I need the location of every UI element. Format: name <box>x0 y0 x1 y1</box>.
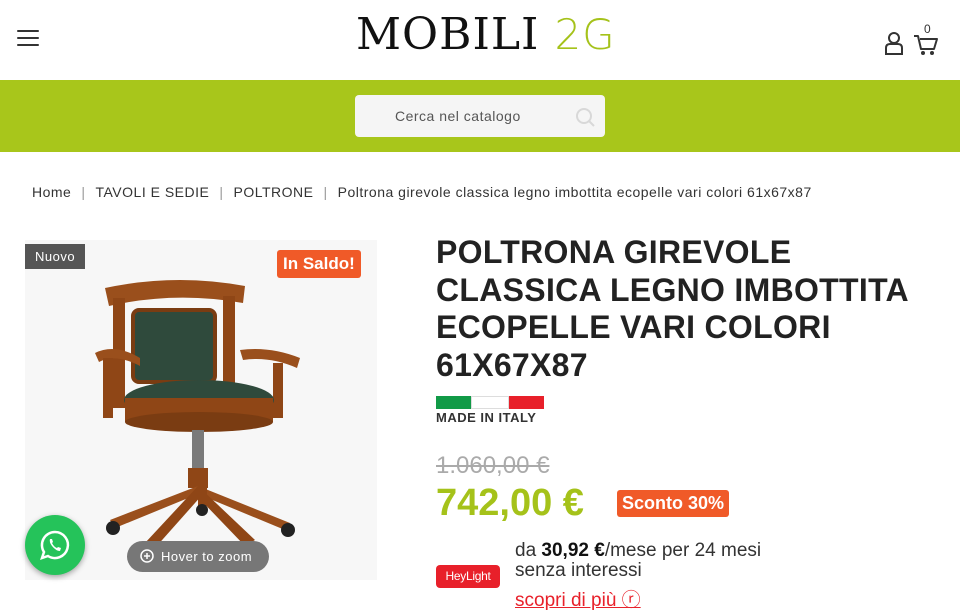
badge-new: Nuovo <box>25 244 86 269</box>
breadcrumb: Home | TAVOLI E SEDIE | POLTRONE | Poltrona gi… <box>32 184 812 200</box>
discount-badge: Sconto 30% <box>617 490 730 517</box>
made-in-italy-label: MADE IN ITALY <box>436 410 537 425</box>
discover-more-link[interactable]: scopri di più ⓡ <box>515 585 641 612</box>
breadcrumb-separator: | <box>323 184 328 200</box>
search-input[interactable] <box>355 95 565 137</box>
zoom-icon <box>140 549 154 563</box>
badge-sale: In Saldo! <box>277 250 361 278</box>
installment-text: da 30,92 €/mese per 24 mesi senza intere… <box>515 541 775 581</box>
breadcrumb-separator: | <box>81 184 86 200</box>
breadcrumb-current: Poltrona girevole classica legno imbotti… <box>337 184 812 200</box>
installment-amount: 30,92 € <box>541 540 605 561</box>
site-header: MOBILI 2G 0 <box>0 0 960 80</box>
old-price: 1.060,00 € <box>436 452 550 479</box>
site-logo[interactable]: MOBILI 2G <box>356 12 616 58</box>
italy-flag-icon <box>436 396 544 409</box>
product-title: Poltrona girevole classica legno imbotti… <box>436 234 908 383</box>
whatsapp-button[interactable] <box>25 515 85 575</box>
breadcrumb-home[interactable]: Home <box>32 184 71 200</box>
search-icon[interactable] <box>575 107 595 127</box>
current-price: 742,00 € <box>436 482 584 524</box>
breadcrumb-tavoli-e-sedie[interactable]: TAVOLI E SEDIE <box>96 184 210 200</box>
hover-to-zoom-button[interactable]: Hover to zoom <box>127 541 269 572</box>
whatsapp-icon <box>40 530 70 560</box>
cart-icon <box>914 35 938 55</box>
menu-icon[interactable] <box>17 30 39 48</box>
user-icon[interactable] <box>883 31 905 55</box>
installment-prefix: da <box>515 540 542 561</box>
chair-image <box>95 279 300 557</box>
search-box <box>355 95 605 137</box>
breadcrumb-separator: | <box>219 184 224 200</box>
zoom-label: Hover to zoom <box>161 549 253 564</box>
heylight-logo: HeyLight <box>436 565 500 588</box>
cart-button[interactable]: 0 <box>913 22 945 56</box>
breadcrumb-poltrone[interactable]: POLTRONE <box>234 184 314 200</box>
